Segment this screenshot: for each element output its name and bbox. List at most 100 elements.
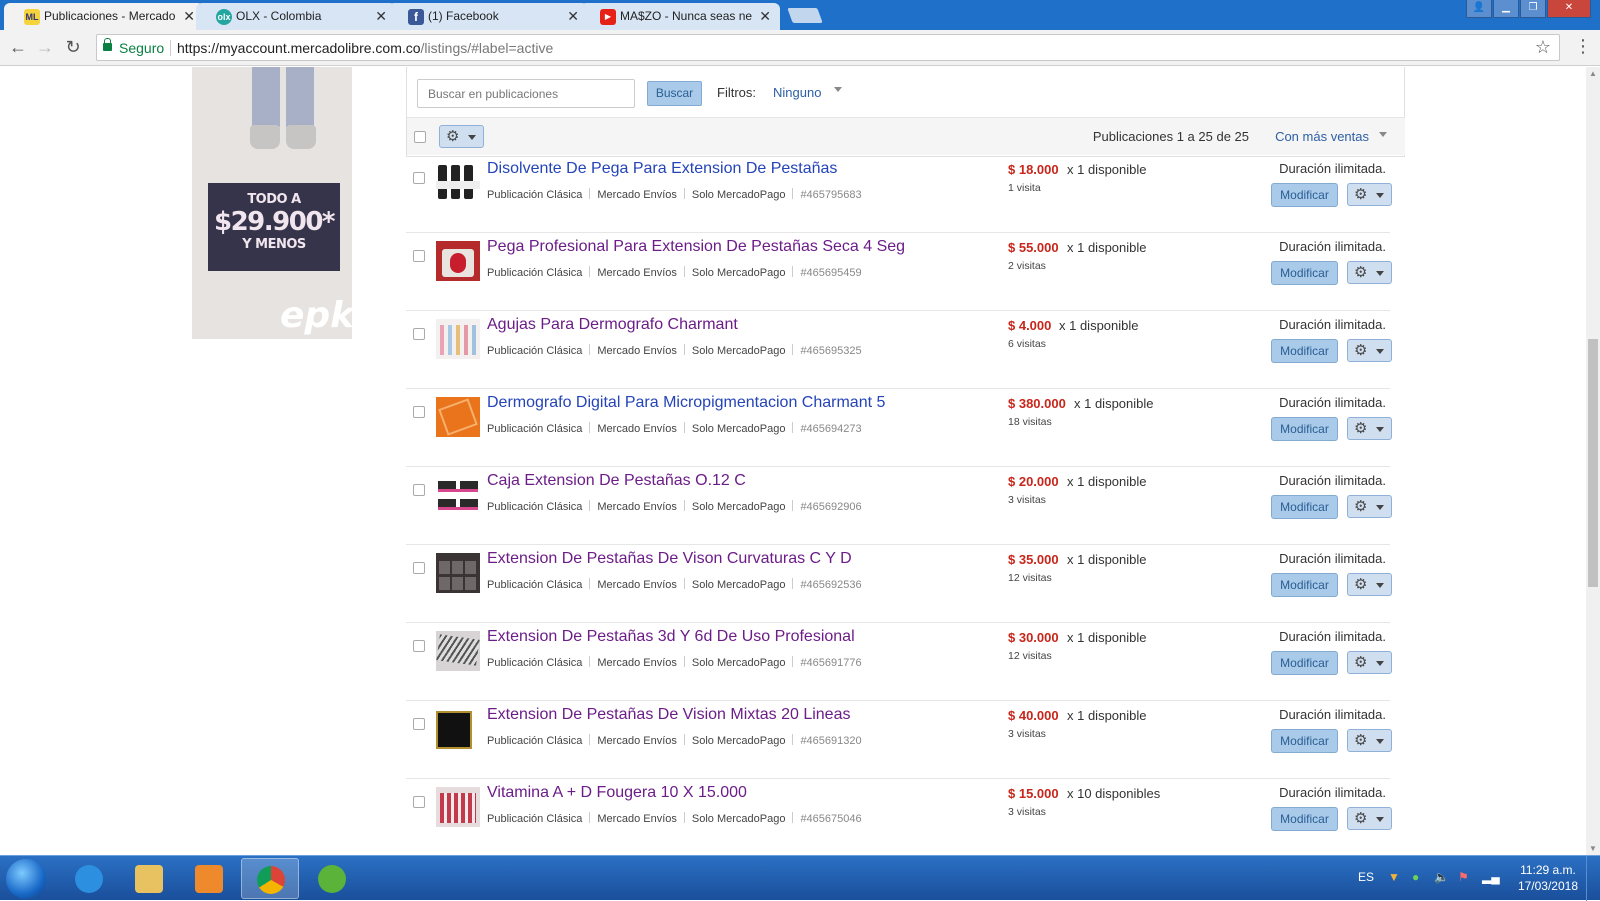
tab-publicaciones[interactable]: ML Publicaciones - Mercado ✕ bbox=[4, 3, 204, 30]
modify-button[interactable]: Modificar bbox=[1271, 651, 1338, 675]
listing-visits: 18 visitas bbox=[1008, 416, 1052, 428]
bookmark-star-icon[interactable]: ☆ bbox=[1535, 37, 1551, 58]
row-checkbox[interactable] bbox=[413, 718, 425, 730]
sort-dropdown[interactable]: Con más ventas bbox=[1275, 129, 1369, 144]
filters-dropdown[interactable]: Ninguno bbox=[773, 85, 821, 100]
row-checkbox[interactable] bbox=[413, 640, 425, 652]
listing-title-link[interactable]: Vitamina A + D Fougera 10 X 15.000 bbox=[487, 784, 747, 802]
listing-title-link[interactable]: Extension De Pestañas De Vison Curvatura… bbox=[487, 550, 852, 568]
listing-title-link[interactable]: Extension De Pestañas De Vision Mixtas 2… bbox=[487, 706, 850, 724]
user-icon[interactable]: 👤 bbox=[1466, 0, 1492, 18]
row-actions-button[interactable]: ⚙ bbox=[1347, 339, 1392, 362]
row-actions-button[interactable]: ⚙ bbox=[1347, 417, 1392, 440]
product-thumbnail[interactable] bbox=[436, 709, 480, 749]
search-input[interactable] bbox=[417, 79, 635, 108]
url-text[interactable]: https://myaccount.mercadolibre.com.co/li… bbox=[177, 40, 553, 56]
scroll-down-arrow-icon[interactable]: ▼ bbox=[1589, 844, 1597, 853]
listing-visits: 6 visitas bbox=[1008, 338, 1046, 350]
row-actions-button[interactable]: ⚙ bbox=[1347, 729, 1392, 752]
tab-facebook[interactable]: f (1) Facebook ✕ bbox=[388, 3, 588, 30]
row-checkbox[interactable] bbox=[413, 406, 425, 418]
address-bar[interactable]: Seguro https://myaccount.mercadolibre.co… bbox=[96, 34, 1560, 61]
product-thumbnail[interactable] bbox=[436, 475, 480, 515]
close-icon[interactable]: ✕ bbox=[375, 8, 387, 24]
close-icon[interactable]: ✕ bbox=[567, 8, 579, 24]
flag-icon[interactable]: ⚑ bbox=[1458, 870, 1469, 884]
modify-button[interactable]: Modificar bbox=[1271, 729, 1338, 753]
product-thumbnail[interactable] bbox=[436, 397, 480, 437]
advertisement-banner[interactable]: TODO A $29.900* Y MENOS epk bbox=[192, 67, 352, 339]
select-all-checkbox[interactable] bbox=[414, 131, 426, 143]
bulk-actions-button[interactable]: ⚙ bbox=[439, 125, 484, 148]
row-actions-button[interactable]: ⚙ bbox=[1347, 573, 1392, 596]
row-actions-button[interactable]: ⚙ bbox=[1347, 651, 1392, 674]
row-checkbox[interactable] bbox=[413, 562, 425, 574]
file-explorer-icon[interactable] bbox=[120, 858, 178, 899]
listing-title-link[interactable]: Dermografo Digital Para Micropigmentacio… bbox=[487, 394, 885, 412]
modify-button[interactable]: Modificar bbox=[1271, 807, 1338, 831]
volume-icon[interactable]: 🔈 bbox=[1434, 870, 1449, 884]
internet-explorer-icon[interactable] bbox=[60, 858, 118, 899]
signal-icon[interactable]: ▂▄ bbox=[1482, 870, 1500, 884]
tab-youtube[interactable]: ▶ MA$ZO - Nunca seas ne ✕ bbox=[580, 3, 780, 30]
close-icon[interactable]: ✕ bbox=[759, 8, 771, 24]
show-desktop-button[interactable] bbox=[1586, 856, 1600, 901]
listing-row: Extension De Pestañas De Vision Mixtas 2… bbox=[406, 701, 1392, 779]
modify-button[interactable]: Modificar bbox=[1271, 417, 1338, 441]
utorrent-tray-icon[interactable]: ● bbox=[1412, 870, 1419, 884]
product-thumbnail[interactable] bbox=[436, 241, 480, 281]
menu-kebab-icon[interactable]: ⋮ bbox=[1574, 36, 1592, 57]
minimize-button[interactable]: ▁ bbox=[1493, 0, 1519, 18]
forward-arrow-icon[interactable]: → bbox=[35, 37, 55, 57]
listing-title-link[interactable]: Caja Extension De Pestañas O.12 C bbox=[487, 472, 746, 490]
row-actions-button[interactable]: ⚙ bbox=[1347, 183, 1392, 206]
product-thumbnail[interactable] bbox=[436, 163, 480, 203]
vertical-scrollbar[interactable]: ▲ ▼ bbox=[1586, 67, 1600, 855]
modify-button[interactable]: Modificar bbox=[1271, 261, 1338, 285]
listing-title-link[interactable]: Agujas Para Dermografo Charmant bbox=[487, 316, 738, 334]
row-checkbox[interactable] bbox=[413, 328, 425, 340]
row-checkbox[interactable] bbox=[413, 250, 425, 262]
scrollbar-thumb[interactable] bbox=[1588, 339, 1598, 587]
media-player-icon[interactable] bbox=[180, 858, 238, 899]
row-checkbox[interactable] bbox=[413, 484, 425, 496]
reload-icon[interactable]: ↻ bbox=[63, 37, 83, 57]
chevron-down-icon[interactable] bbox=[1379, 132, 1387, 137]
system-clock[interactable]: 11:29 a.m. 17/03/2018 bbox=[1518, 862, 1578, 894]
product-thumbnail[interactable] bbox=[436, 319, 480, 359]
row-checkbox[interactable] bbox=[413, 172, 425, 184]
row-actions-button[interactable]: ⚙ bbox=[1347, 807, 1392, 830]
row-actions-button[interactable]: ⚙ bbox=[1347, 495, 1392, 518]
tab-olx[interactable]: olx OLX - Colombia ✕ bbox=[196, 3, 396, 30]
listing-title-link[interactable]: Extension De Pestañas 3d Y 6d De Uso Pro… bbox=[487, 628, 855, 646]
modify-button[interactable]: Modificar bbox=[1271, 339, 1338, 363]
secure-label: Seguro bbox=[119, 40, 165, 56]
back-arrow-icon[interactable]: ← bbox=[8, 37, 28, 57]
new-tab-button[interactable] bbox=[787, 8, 823, 23]
close-icon[interactable]: ✕ bbox=[183, 8, 195, 24]
maximize-button[interactable]: ❐ bbox=[1520, 0, 1546, 18]
product-thumbnail[interactable] bbox=[436, 631, 480, 671]
listing-visits: 1 visita bbox=[1008, 182, 1041, 194]
row-checkbox[interactable] bbox=[413, 796, 425, 808]
listings-toolbar: Buscar Filtros: Ninguno ⚙ Publicaciones … bbox=[406, 67, 1405, 157]
product-thumbnail[interactable] bbox=[436, 787, 480, 827]
search-button[interactable]: Buscar bbox=[647, 81, 702, 106]
listing-title-link[interactable]: Pega Profesional Para Extension De Pesta… bbox=[487, 238, 905, 256]
utorrent-icon[interactable] bbox=[303, 858, 361, 899]
modify-button[interactable]: Modificar bbox=[1271, 573, 1338, 597]
language-indicator[interactable]: ES bbox=[1358, 870, 1374, 884]
gear-icon: ⚙ bbox=[1354, 732, 1368, 749]
scroll-up-arrow-icon[interactable]: ▲ bbox=[1589, 69, 1597, 78]
product-thumbnail[interactable] bbox=[436, 553, 480, 593]
network-warning-icon[interactable]: ▼ bbox=[1388, 870, 1400, 884]
window-close-button[interactable]: ✕ bbox=[1547, 0, 1591, 18]
chevron-down-icon[interactable] bbox=[834, 87, 842, 92]
windows-taskbar: ES ▼ ● 🔈 ⚑ ▂▄ 11:29 a.m. 17/03/2018 bbox=[0, 855, 1600, 901]
row-actions-button[interactable]: ⚙ bbox=[1347, 261, 1392, 284]
start-button[interactable] bbox=[6, 859, 46, 899]
chrome-icon[interactable] bbox=[241, 858, 299, 899]
modify-button[interactable]: Modificar bbox=[1271, 183, 1338, 207]
modify-button[interactable]: Modificar bbox=[1271, 495, 1338, 519]
listing-title-link[interactable]: Disolvente De Pega Para Extension De Pes… bbox=[487, 160, 837, 178]
